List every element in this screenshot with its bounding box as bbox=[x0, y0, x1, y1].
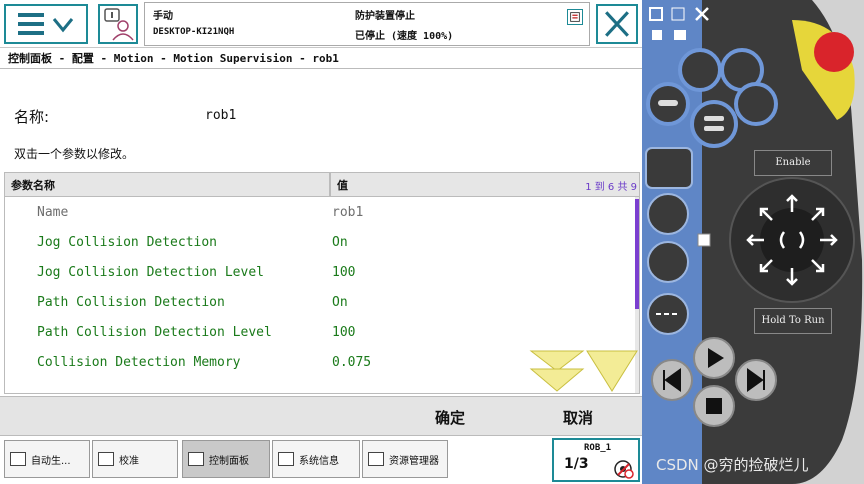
table-row[interactable]: Path Collision Detection Level 100 bbox=[5, 319, 635, 349]
stop-icon bbox=[706, 398, 722, 414]
param-value: On bbox=[332, 235, 348, 250]
controller-hostname: DESKTOP-KI21NQH bbox=[153, 27, 235, 37]
table-row[interactable]: Jog Collision Detection Level 100 bbox=[5, 259, 635, 289]
pendant-illustration bbox=[642, 0, 863, 484]
table-row[interactable]: Name rob1 bbox=[5, 199, 635, 229]
toggle-reorient-key[interactable] bbox=[647, 241, 689, 283]
param-value: 100 bbox=[332, 265, 356, 280]
operator-user-icon[interactable] bbox=[98, 4, 138, 44]
param-name: Jog Collision Detection bbox=[37, 235, 218, 250]
action-bar: 确定 取消 bbox=[0, 396, 642, 436]
teach-pendant-body: Enable Hold To Run CSDN @穷的捡破烂儿 bbox=[642, 0, 864, 484]
param-value: 100 bbox=[332, 325, 356, 340]
jog-mode-icon bbox=[614, 460, 634, 479]
hold-to-run-label[interactable]: Hold To Run bbox=[754, 308, 832, 334]
mechanical-unit-label: ROB_1 bbox=[584, 443, 612, 453]
calibration-icon bbox=[98, 452, 114, 466]
event-log-icon bbox=[567, 9, 583, 25]
column-separator bbox=[329, 173, 331, 197]
task-file-explorer[interactable]: 资源管理器 bbox=[362, 440, 448, 478]
wrench-icon bbox=[188, 452, 204, 466]
top-bar: 手动 DESKTOP-KI21NQH 防护装置停止 已停止 (速度 100%) bbox=[0, 0, 642, 48]
table-header: 参数名称 值 1 到 6 共 9 bbox=[5, 173, 639, 197]
cancel-button[interactable]: 取消 bbox=[540, 401, 616, 433]
param-name: Jog Collision Detection Level bbox=[37, 265, 264, 280]
task-auto-produce[interactable]: 自动生... bbox=[4, 440, 90, 478]
flexpendant-screen: 手动 DESKTOP-KI21NQH 防护装置停止 已停止 (速度 100%) … bbox=[0, 0, 642, 484]
table-row[interactable]: Jog Collision Detection On bbox=[5, 229, 635, 259]
system-info-icon bbox=[278, 452, 294, 466]
task-label: 资源管理器 bbox=[389, 455, 439, 467]
scroll-down-buttons[interactable] bbox=[529, 349, 639, 393]
table-row[interactable]: Path Collision Detection On bbox=[5, 289, 635, 319]
param-name: Path Collision Detection Level bbox=[37, 325, 272, 340]
task-calibration[interactable]: 校准 bbox=[92, 440, 178, 478]
instruction-hint: 双击一个参数以修改。 bbox=[14, 147, 135, 161]
increment-indicator: 1/3 bbox=[564, 456, 589, 472]
task-control-panel[interactable]: 控制面板 bbox=[182, 440, 270, 478]
camera-icon[interactable] bbox=[674, 30, 686, 40]
emergency-stop-icon[interactable] bbox=[814, 32, 854, 72]
hamburger-icon bbox=[18, 13, 44, 35]
page-down-icon[interactable] bbox=[529, 350, 585, 392]
task-label: 控制面板 bbox=[209, 455, 249, 467]
taskbar: 自动生... 校准 控制面板 系统信息 资源管理器 ROB_1 1/3 bbox=[0, 436, 642, 484]
toggle-motion-mode-key[interactable] bbox=[647, 193, 689, 235]
program-state: 已停止 (速度 100%) bbox=[355, 31, 454, 42]
select-mechanical-unit-key[interactable] bbox=[645, 147, 693, 189]
param-name: Collision Detection Memory bbox=[37, 355, 241, 370]
column-header-name: 参数名称 bbox=[11, 179, 55, 192]
production-window-icon bbox=[10, 452, 26, 466]
param-value: On bbox=[332, 295, 348, 310]
scroll-down-icon[interactable] bbox=[586, 350, 638, 392]
folder-icon bbox=[368, 452, 384, 466]
close-window-button[interactable] bbox=[596, 4, 638, 44]
column-header-value: 值 bbox=[337, 179, 348, 192]
task-label: 系统信息 bbox=[299, 455, 339, 467]
custom-key-1[interactable] bbox=[678, 48, 722, 92]
custom-key-5[interactable] bbox=[734, 82, 778, 126]
custom-key-4[interactable] bbox=[690, 100, 738, 148]
name-value: rob1 bbox=[205, 108, 237, 123]
settings-small-icon[interactable] bbox=[652, 30, 662, 40]
task-label: 自动生... bbox=[31, 455, 71, 467]
task-label: 校准 bbox=[119, 455, 139, 467]
safety-state: 防护装置停止 bbox=[355, 11, 415, 22]
chevron-down-icon bbox=[52, 18, 74, 33]
param-name: Name bbox=[37, 205, 69, 220]
param-value: rob1 bbox=[332, 205, 364, 220]
task-system-info[interactable]: 系统信息 bbox=[272, 440, 360, 478]
status-bar[interactable]: 手动 DESKTOP-KI21NQH 防护装置停止 已停止 (速度 100%) bbox=[144, 2, 590, 46]
enable-device-label: Enable bbox=[754, 150, 832, 176]
quickset-button[interactable]: ROB_1 1/3 bbox=[552, 438, 640, 482]
divider bbox=[0, 68, 642, 69]
watermark: CSDN @穷的捡破烂儿 bbox=[656, 456, 809, 474]
param-name: Path Collision Detection bbox=[37, 295, 225, 310]
scrollbar-thumb[interactable] bbox=[635, 199, 639, 309]
parameter-table: 参数名称 值 1 到 6 共 9 Name rob1 Jog Collision… bbox=[4, 172, 640, 394]
page-indicator: 1 到 6 共 9 bbox=[585, 182, 637, 193]
ok-button[interactable]: 确定 bbox=[414, 401, 486, 433]
abb-menu-button[interactable] bbox=[4, 4, 88, 44]
name-label: 名称: bbox=[14, 108, 50, 126]
param-value: 0.075 bbox=[332, 355, 372, 370]
operating-mode: 手动 bbox=[153, 11, 173, 22]
breadcrumb: 控制面板 - 配置 - Motion - Motion Supervision … bbox=[8, 52, 339, 65]
